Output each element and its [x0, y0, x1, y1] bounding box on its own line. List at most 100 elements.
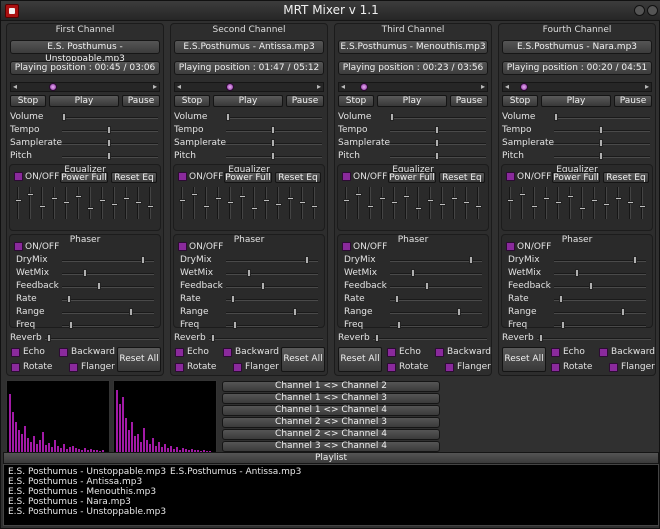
rotate-checkbox[interactable]	[387, 363, 396, 372]
samplerate-slider-thumb[interactable]	[107, 139, 111, 147]
freq-slider[interactable]	[226, 325, 318, 327]
position-knob[interactable]	[225, 83, 234, 91]
wetmix-slider-thumb[interactable]	[411, 269, 416, 277]
eq-band-thumb[interactable]	[391, 201, 398, 204]
freq-slider[interactable]	[390, 325, 482, 327]
rate-slider-thumb[interactable]	[67, 295, 72, 303]
eq-on-off-checkbox[interactable]	[342, 172, 351, 181]
phaser-on-off-checkbox[interactable]	[178, 242, 187, 251]
backward-checkbox[interactable]	[599, 348, 608, 357]
eq-band-thumb[interactable]	[591, 199, 598, 202]
eq-band-thumb[interactable]	[147, 205, 154, 208]
drymix-slider[interactable]	[226, 260, 318, 262]
stop-button[interactable]: Stop	[10, 95, 46, 107]
phaser-on-off-checkbox[interactable]	[14, 242, 23, 251]
reset-eq-button[interactable]: Reset Eq	[603, 172, 649, 183]
eq-band-slider[interactable]	[253, 187, 255, 219]
wetmix-slider-thumb[interactable]	[247, 269, 252, 277]
eq-band-thumb[interactable]	[191, 193, 198, 196]
reset-all-button[interactable]: Reset All	[281, 347, 325, 372]
eq-band-slider[interactable]	[369, 187, 371, 219]
eq-band-slider[interactable]	[405, 187, 407, 219]
feedback-slider[interactable]	[62, 286, 154, 288]
volume-slider[interactable]	[62, 117, 158, 119]
eq-band-slider[interactable]	[569, 187, 571, 219]
drymix-slider[interactable]	[390, 260, 482, 262]
reset-all-button[interactable]: Reset All	[502, 347, 546, 372]
rate-slider-thumb[interactable]	[395, 295, 400, 303]
eq-band-thumb[interactable]	[215, 197, 222, 200]
eq-band-slider[interactable]	[217, 187, 219, 219]
volume-slider-thumb[interactable]	[554, 113, 558, 121]
eq-band-thumb[interactable]	[379, 197, 386, 200]
drymix-slider-thumb[interactable]	[633, 256, 638, 264]
eq-band-thumb[interactable]	[555, 201, 562, 204]
eq-on-off-checkbox[interactable]	[506, 172, 515, 181]
pause-button[interactable]: Pause	[122, 95, 160, 107]
feedback-slider-thumb[interactable]	[261, 282, 266, 290]
eq-band-thumb[interactable]	[299, 201, 306, 204]
eq-band-slider[interactable]	[357, 187, 359, 219]
eq-band-slider[interactable]	[125, 187, 127, 219]
eq-band-thumb[interactable]	[567, 195, 574, 198]
eq-band-thumb[interactable]	[519, 193, 526, 196]
rate-slider[interactable]	[226, 299, 318, 301]
eq-band-thumb[interactable]	[51, 197, 58, 200]
rotate-checkbox[interactable]	[551, 363, 560, 372]
eq-band-thumb[interactable]	[507, 199, 514, 202]
tempo-slider-thumb[interactable]	[435, 126, 439, 134]
eq-band-thumb[interactable]	[123, 197, 130, 200]
eq-band-thumb[interactable]	[543, 197, 550, 200]
eq-band-thumb[interactable]	[239, 195, 246, 198]
rotate-checkbox[interactable]	[11, 363, 20, 372]
eq-band-slider[interactable]	[417, 187, 419, 219]
eq-band-thumb[interactable]	[439, 203, 446, 206]
feedback-slider-thumb[interactable]	[425, 282, 430, 290]
reverb-slider[interactable]	[373, 338, 487, 340]
feedback-slider[interactable]	[226, 286, 318, 288]
drymix-slider-thumb[interactable]	[141, 256, 146, 264]
play-button[interactable]: Play	[213, 95, 283, 107]
playlist-item[interactable]: E.S. Posthumus - Nara.mp3	[8, 497, 131, 507]
rotate-checkbox[interactable]	[175, 363, 184, 372]
rate-slider[interactable]	[62, 299, 154, 301]
volume-slider-thumb[interactable]	[390, 113, 394, 121]
file-name-display[interactable]: E.S.Posthumus - Nara.mp3	[502, 40, 652, 54]
play-button[interactable]: Play	[49, 95, 119, 107]
eq-band-slider[interactable]	[77, 187, 79, 219]
playlist[interactable]: E.S. Posthumus - Unstoppable.mp3 E.S. Pos…	[3, 464, 659, 526]
range-slider[interactable]	[226, 312, 318, 314]
eq-band-thumb[interactable]	[275, 203, 282, 206]
eq-band-thumb[interactable]	[251, 207, 258, 210]
drymix-slider[interactable]	[554, 260, 646, 262]
phaser-on-off-checkbox[interactable]	[506, 242, 515, 251]
volume-slider[interactable]	[390, 117, 486, 119]
backward-checkbox[interactable]	[59, 348, 68, 357]
eq-band-thumb[interactable]	[39, 205, 46, 208]
tempo-slider-thumb[interactable]	[599, 126, 603, 134]
range-slider[interactable]	[390, 312, 482, 314]
position-knob[interactable]	[49, 83, 58, 91]
eq-band-thumb[interactable]	[603, 203, 610, 206]
eq-band-slider[interactable]	[641, 187, 643, 219]
range-slider-thumb[interactable]	[292, 308, 297, 316]
reverb-slider-thumb[interactable]	[211, 334, 215, 342]
freq-slider[interactable]	[554, 325, 646, 327]
backward-checkbox[interactable]	[223, 348, 232, 357]
rate-slider-thumb[interactable]	[231, 295, 236, 303]
flanger-checkbox[interactable]	[69, 363, 78, 372]
volume-slider-thumb[interactable]	[62, 113, 66, 121]
volume-slider-thumb[interactable]	[226, 113, 230, 121]
eq-band-slider[interactable]	[193, 187, 195, 219]
echo-checkbox[interactable]	[175, 348, 184, 357]
position-slider[interactable]: ◂ ▸	[338, 82, 488, 92]
position-slider[interactable]: ◂ ▸	[502, 82, 652, 92]
power-full-button[interactable]: Power Full	[388, 172, 436, 183]
reset-all-button[interactable]: Reset All	[117, 347, 161, 372]
play-button[interactable]: Play	[541, 95, 611, 107]
eq-band-thumb[interactable]	[403, 195, 410, 198]
freq-slider-thumb[interactable]	[397, 321, 402, 329]
eq-band-slider[interactable]	[29, 187, 31, 219]
freq-slider-thumb[interactable]	[69, 321, 74, 329]
samplerate-slider-thumb[interactable]	[271, 139, 275, 147]
